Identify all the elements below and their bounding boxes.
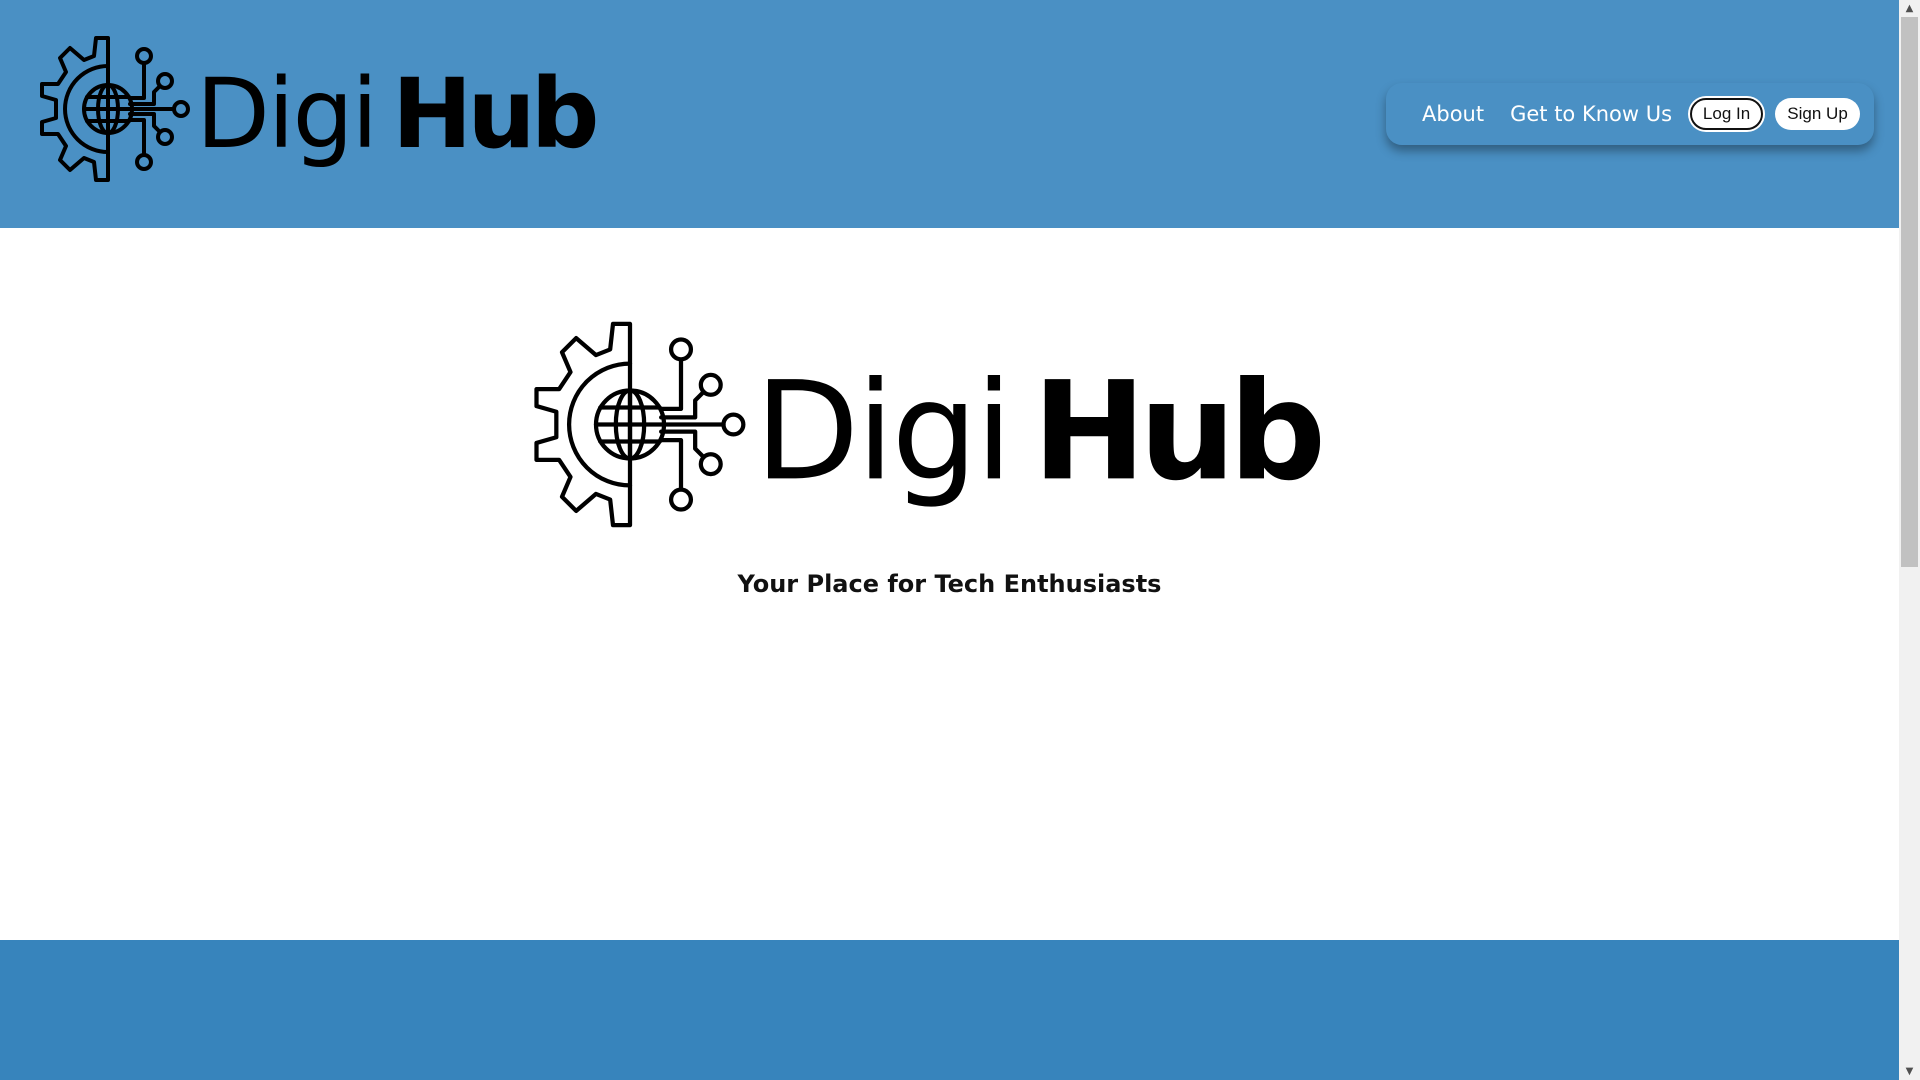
site-header: Digi Hub About Get to Know Us Log In Sig…: [0, 0, 1899, 228]
arrow-down-icon[interactable]: ▼: [1899, 1063, 1920, 1080]
nav-link-get-to-know-us[interactable]: Get to Know Us: [1510, 102, 1672, 126]
header-logo-text-light: Digi: [196, 58, 376, 170]
main-nav: About Get to Know Us Log In Sign Up: [1386, 83, 1874, 145]
hero-logo-graphic: Digi Hub: [534, 321, 1328, 528]
site-footer: [0, 940, 1899, 1080]
gear-globe-circuit-icon: [534, 321, 746, 528]
header-logo[interactable]: Digi Hub: [36, 34, 636, 184]
page-content: Digi Hub About Get to Know Us Log In Sig…: [0, 0, 1899, 1080]
hero-tagline: Your Place for Tech Enthusiasts: [737, 570, 1162, 598]
signup-button[interactable]: Sign Up: [1775, 98, 1861, 130]
hero-logo-text-light: Digi: [755, 353, 1010, 511]
vertical-scrollbar[interactable]: ▲ ▼: [1899, 0, 1920, 1080]
login-button[interactable]: Log In: [1690, 98, 1764, 130]
nav-link-about[interactable]: About: [1422, 102, 1484, 126]
scrollbar-thumb[interactable]: [1901, 17, 1918, 567]
header-logo-graphic: Digi Hub: [40, 36, 601, 182]
gear-globe-circuit-icon: [40, 36, 190, 182]
hero-logo-text-bold: Hub: [1032, 353, 1320, 511]
page: Digi Hub About Get to Know Us Log In Sig…: [0, 0, 1920, 1080]
arrow-up-icon[interactable]: ▲: [1899, 0, 1920, 17]
hero-logo: Digi Hub: [528, 318, 1378, 531]
header-logo-text-bold: Hub: [392, 58, 596, 170]
